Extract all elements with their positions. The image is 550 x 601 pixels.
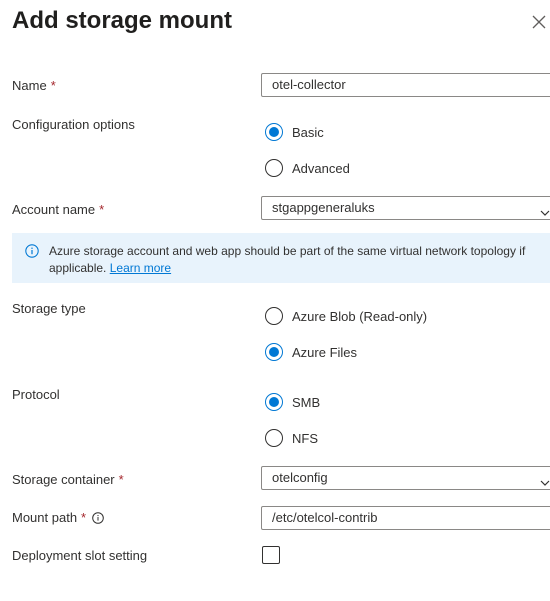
storage-type-label: Storage type [12, 301, 86, 316]
close-icon[interactable] [531, 14, 547, 30]
radio-smb[interactable]: SMB [265, 393, 320, 411]
learn-more-link[interactable]: Learn more [110, 261, 171, 275]
chevron-down-icon [540, 473, 550, 489]
required-mark: * [118, 472, 124, 487]
deployment-slot-setting-checkbox[interactable] [262, 546, 280, 564]
radio-azure-files-label: Azure Files [292, 344, 358, 360]
add-storage-mount-panel: Add storage mount Name * otel-collector C… [0, 0, 550, 601]
radio-azure-files-circle [265, 343, 283, 361]
required-mark: * [99, 202, 105, 217]
protocol-label: Protocol [12, 387, 60, 402]
info-icon[interactable] [92, 512, 104, 524]
radio-basic[interactable]: Basic [265, 123, 324, 141]
radio-basic-circle [265, 123, 283, 141]
storage-container-value: otelconfig [272, 470, 328, 485]
radio-nfs[interactable]: NFS [265, 429, 318, 447]
panel-title: Add storage mount [12, 7, 232, 34]
radio-azure-blob[interactable]: Azure Blob (Read-only) [265, 307, 427, 325]
mount-path-input[interactable]: /etc/otelcol-contrib [261, 506, 550, 530]
info-icon [25, 244, 39, 263]
chevron-down-icon [540, 203, 550, 219]
radio-advanced[interactable]: Advanced [265, 159, 350, 177]
radio-azure-blob-label: Azure Blob (Read-only) [292, 308, 428, 324]
name-input[interactable]: otel-collector [261, 73, 550, 97]
radio-basic-label: Basic [292, 124, 324, 140]
mount-path-label: Mount path * [12, 509, 104, 527]
radio-advanced-label: Advanced [292, 160, 350, 176]
radio-smb-label: SMB [292, 394, 321, 410]
deployment-slot-setting-label: Deployment slot setting [12, 548, 148, 563]
account-name-value: stgappgeneraluks [272, 200, 375, 215]
radio-azure-files[interactable]: Azure Files [265, 343, 357, 361]
radio-nfs-circle [265, 429, 283, 447]
radio-smb-circle [265, 393, 283, 411]
info-banner: Azure storage account and web app should… [12, 233, 550, 283]
info-banner-text: Azure storage account and web app should… [49, 244, 526, 275]
configuration-options-label: Configuration options [12, 117, 135, 132]
required-mark: * [81, 510, 87, 525]
storage-container-dropdown[interactable]: otelconfig [261, 466, 550, 490]
radio-azure-blob-circle [265, 307, 283, 325]
storage-container-label: Storage container * [12, 472, 124, 487]
name-label: Name * [12, 78, 56, 93]
required-mark: * [50, 78, 56, 93]
account-name-dropdown[interactable]: stgappgeneraluks [261, 196, 550, 220]
radio-advanced-circle [265, 159, 283, 177]
account-name-label: Account name * [12, 202, 105, 217]
radio-nfs-label: NFS [292, 430, 318, 446]
